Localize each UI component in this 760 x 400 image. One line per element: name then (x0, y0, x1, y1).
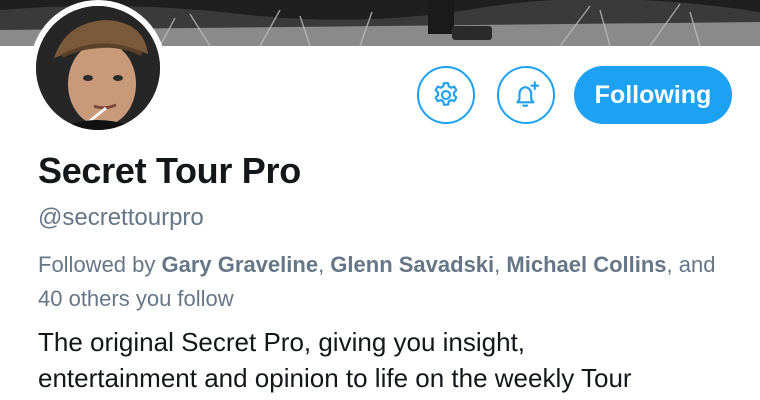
user-handle[interactable]: @secrettourpro (38, 204, 204, 232)
notifications-button[interactable] (497, 66, 555, 124)
bio-line: The original Secret Pro, giving you insi… (38, 327, 526, 357)
following-button-label: Following (594, 80, 712, 109)
separator: , (494, 252, 507, 277)
followed-by-text[interactable]: Followed by Gary Graveline, Glenn Savads… (38, 248, 738, 316)
settings-button[interactable] (417, 66, 475, 124)
follower-name[interactable]: Glenn Savadski (330, 252, 494, 277)
gear-icon (434, 82, 458, 106)
bio-line: entertainment and opinion to life on the… (38, 363, 632, 393)
avatar[interactable] (30, 0, 166, 136)
follower-name[interactable]: Michael Collins (506, 252, 666, 277)
display-name: Secret Tour Pro (38, 150, 301, 191)
following-button[interactable]: Following (574, 66, 732, 124)
separator: , (318, 252, 331, 277)
avatar-photo (36, 6, 160, 130)
follower-name[interactable]: Gary Graveline (162, 252, 319, 277)
bell-plus-icon (516, 81, 540, 108)
followed-by-prefix: Followed by (38, 252, 162, 277)
profile-bio: The original Secret Pro, giving you insi… (38, 324, 758, 396)
